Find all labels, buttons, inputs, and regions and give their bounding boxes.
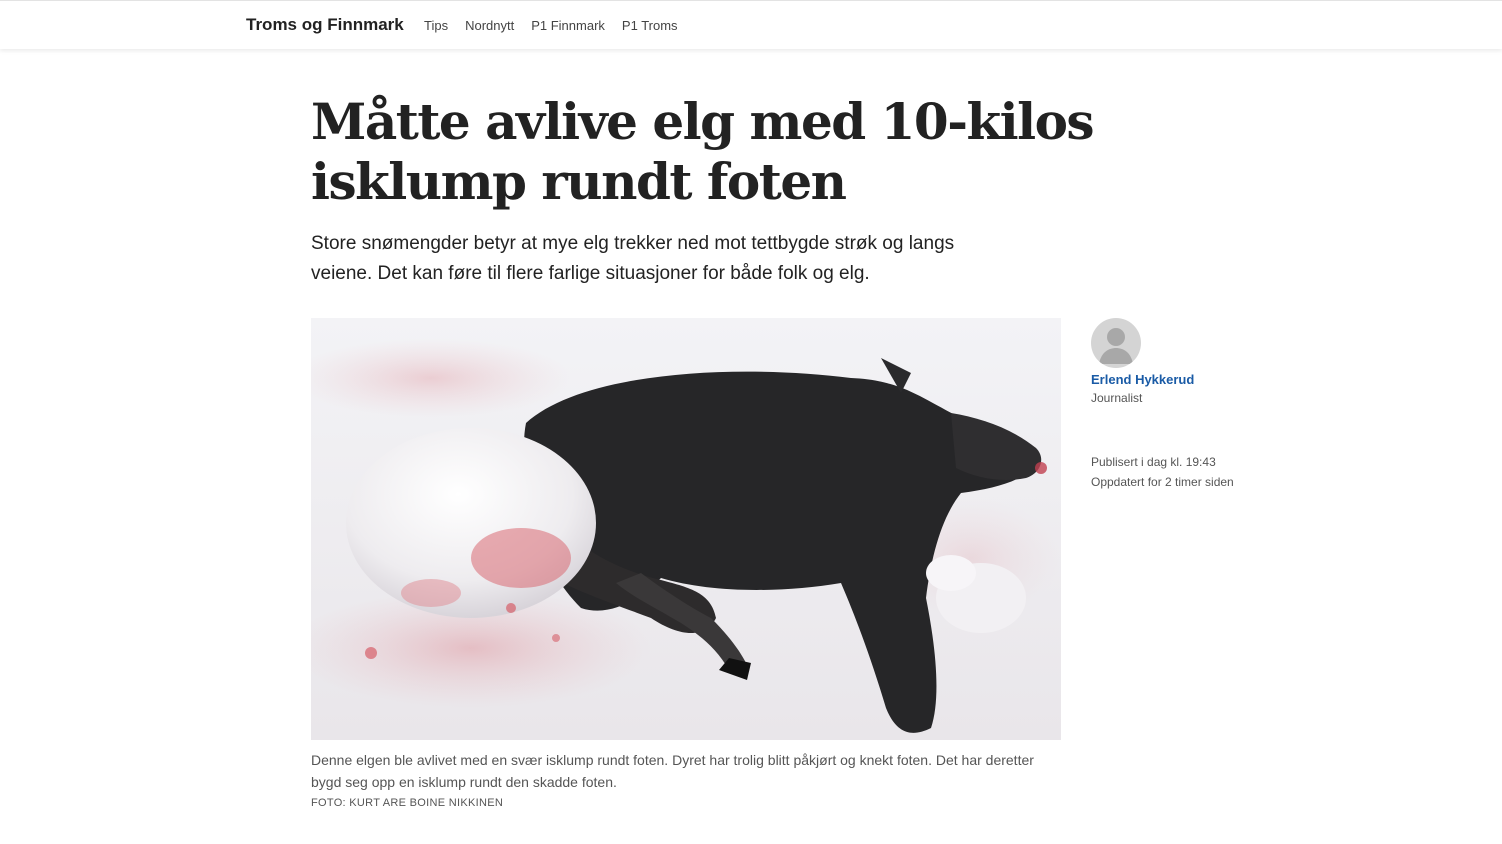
nav-p1-finnmark[interactable]: P1 Finnmark bbox=[531, 18, 605, 33]
nav-nordnytt[interactable]: Nordnytt bbox=[465, 18, 514, 33]
top-nav: Tips Nordnytt P1 Finnmark P1 Troms bbox=[424, 18, 695, 33]
moose-in-snow-image bbox=[311, 318, 1061, 740]
article-photo[interactable] bbox=[311, 318, 1061, 740]
updated-time: Oppdatert for 2 timer siden bbox=[1091, 475, 1234, 489]
site-header: Troms og Finnmark Tips Nordnytt P1 Finnm… bbox=[0, 0, 1502, 49]
photo-caption: Denne elgen ble avlivet med en svær iskl… bbox=[311, 752, 1034, 790]
author-role: Journalist bbox=[1091, 391, 1143, 405]
user-silhouette-icon[interactable] bbox=[1091, 318, 1141, 368]
nav-p1-troms[interactable]: P1 Troms bbox=[622, 18, 678, 33]
photo-credit: FOTO: KURT ARE BOINE NIKKINEN bbox=[311, 797, 504, 809]
article-lead: Store snømengder betyr at mye elg trekke… bbox=[311, 233, 955, 284]
author-name-link[interactable]: Erlend Hykkerud bbox=[1091, 372, 1194, 387]
nav-tips[interactable]: Tips bbox=[424, 18, 448, 33]
published-time: Publisert i dag kl. 19:43 bbox=[1091, 455, 1216, 469]
article-title: Måtte avlive elg med 10-kilos isklump ru… bbox=[311, 92, 1095, 211]
avatar-graphic bbox=[1099, 328, 1133, 364]
brand-link[interactable]: Troms og Finnmark bbox=[246, 15, 404, 35]
